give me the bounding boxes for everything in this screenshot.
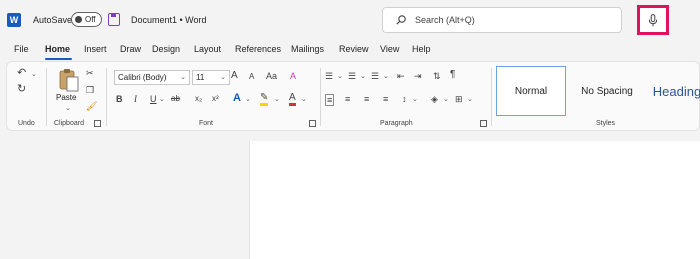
bullets-icon[interactable]: ☰: [325, 71, 333, 81]
copy-icon[interactable]: ❐: [86, 85, 94, 95]
style-no-spacing[interactable]: No Spacing: [572, 66, 642, 116]
multilevel-dropdown-icon[interactable]: ⌄: [383, 72, 389, 82]
title-bar: W AutoSave Off Document1 • Word Search (…: [0, 0, 700, 40]
font-size-value: 11: [196, 73, 205, 82]
underline-button[interactable]: U: [150, 94, 157, 104]
align-left-icon[interactable]: ≡: [325, 94, 335, 106]
save-icon[interactable]: [108, 13, 120, 26]
multilevel-list-icon[interactable]: ☰: [371, 71, 379, 81]
line-spacing-dropdown-icon[interactable]: ⌄: [412, 95, 418, 105]
increase-indent-icon[interactable]: ⇥: [414, 71, 422, 81]
paste-dropdown-icon[interactable]: ⌄: [65, 104, 71, 114]
group-separator: [46, 68, 47, 126]
tab-insert[interactable]: Insert: [84, 44, 107, 54]
grow-font-icon[interactable]: A: [231, 71, 238, 81]
decrease-indent-icon[interactable]: ⇤: [397, 71, 405, 81]
font-color-dropdown-icon[interactable]: ⌄: [301, 95, 307, 105]
pilcrow-icon[interactable]: ¶: [450, 70, 455, 80]
tab-review[interactable]: Review: [339, 44, 369, 54]
undo-icon[interactable]: ↶: [17, 68, 26, 79]
ribbon: ↶ ⌄ ↻ Undo Paste ⌄ ✂ ❐ 🖌 Clipboard Calib…: [6, 61, 700, 131]
group-label-clipboard: Clipboard: [54, 120, 84, 127]
bullets-dropdown-icon[interactable]: ⌄: [337, 72, 343, 82]
strikethrough-button[interactable]: ab: [171, 94, 180, 104]
font-size-select[interactable]: 11 ⌄: [192, 70, 230, 85]
ribbon-tabs: File Home Insert Draw Design Layout Refe…: [0, 42, 700, 60]
underline-dropdown-icon[interactable]: ⌄: [159, 95, 165, 105]
justify-icon[interactable]: ≡: [383, 94, 388, 104]
highlight-dropdown-icon[interactable]: ⌄: [274, 95, 280, 105]
borders-dropdown-icon[interactable]: ⌄: [467, 95, 473, 105]
italic-button[interactable]: I: [134, 94, 137, 104]
document-title: Document1 • Word: [131, 15, 207, 25]
word-app-icon: W: [7, 13, 21, 27]
undo-dropdown-icon[interactable]: ⌄: [31, 70, 37, 80]
paragraph-launcher-icon[interactable]: [480, 120, 487, 127]
microphone-icon: [648, 14, 658, 27]
group-separator: [106, 68, 107, 126]
font-name-select[interactable]: Calibri (Body) ⌄: [114, 70, 190, 85]
autosave-label: AutoSave: [33, 15, 73, 25]
font-launcher-icon[interactable]: [309, 120, 316, 127]
numbering-icon[interactable]: ☰: [348, 71, 356, 81]
borders-icon[interactable]: ⊞: [455, 94, 463, 104]
document-page[interactable]: [249, 141, 700, 259]
align-center-icon[interactable]: ≡: [345, 94, 350, 104]
dictate-button[interactable]: [637, 5, 669, 35]
chevron-down-icon: ⌄: [220, 74, 226, 81]
style-normal[interactable]: Normal: [496, 66, 566, 116]
numbering-dropdown-icon[interactable]: ⌄: [360, 72, 366, 82]
redo-icon[interactable]: ↻: [17, 84, 26, 95]
shrink-font-icon[interactable]: A: [249, 72, 254, 82]
paste-label[interactable]: Paste: [56, 93, 76, 102]
bold-button[interactable]: B: [116, 94, 123, 104]
group-separator: [320, 68, 321, 126]
search-placeholder: Search (Alt+Q): [415, 15, 475, 25]
sort-icon[interactable]: ⇅: [433, 71, 441, 81]
font-name-value: Calibri (Body): [118, 73, 167, 82]
tab-mailings[interactable]: Mailings: [291, 44, 324, 54]
autosave-state: Off: [85, 15, 96, 24]
tab-help[interactable]: Help: [412, 44, 431, 54]
shading-icon[interactable]: ◈: [431, 94, 438, 104]
superscript-button[interactable]: x²: [212, 94, 219, 104]
group-label-font: Font: [199, 120, 214, 127]
style-heading[interactable]: Heading: [647, 66, 700, 116]
text-effects-dropdown-icon[interactable]: ⌄: [245, 95, 251, 105]
group-separator: [491, 68, 492, 126]
text-effects-icon[interactable]: A: [233, 93, 241, 104]
tab-home[interactable]: Home: [45, 44, 70, 54]
active-tab-indicator: [45, 58, 72, 60]
group-label-styles: Styles: [596, 120, 616, 127]
highlight-icon[interactable]: ✎: [260, 93, 269, 106]
align-right-icon[interactable]: ≡: [364, 94, 369, 104]
tab-references[interactable]: References: [235, 44, 281, 54]
clear-formatting-icon[interactable]: A: [290, 71, 296, 81]
autosave-toggle[interactable]: Off: [71, 12, 102, 27]
group-label-paragraph: Paragraph: [380, 120, 413, 127]
clipboard-paste-icon[interactable]: [58, 68, 80, 92]
tab-view[interactable]: View: [380, 44, 399, 54]
font-color-icon[interactable]: A: [289, 93, 296, 106]
shading-dropdown-icon[interactable]: ⌄: [443, 95, 449, 105]
line-spacing-icon[interactable]: ↕: [402, 94, 407, 104]
chevron-down-icon: ⌄: [180, 74, 186, 81]
toggle-knob: [75, 16, 82, 23]
group-label-undo: Undo: [18, 120, 35, 127]
cut-icon[interactable]: ✂: [86, 68, 94, 78]
change-case-icon[interactable]: Aa: [266, 71, 277, 81]
tab-file[interactable]: File: [14, 44, 29, 54]
tab-design[interactable]: Design: [152, 44, 180, 54]
search-icon: [396, 15, 406, 25]
tab-layout[interactable]: Layout: [194, 44, 221, 54]
subscript-button[interactable]: x₂: [195, 94, 202, 104]
format-painter-icon[interactable]: 🖌: [86, 101, 97, 111]
tab-draw[interactable]: Draw: [120, 44, 141, 54]
clipboard-launcher-icon[interactable]: [94, 120, 101, 127]
search-box[interactable]: Search (Alt+Q): [382, 7, 622, 33]
